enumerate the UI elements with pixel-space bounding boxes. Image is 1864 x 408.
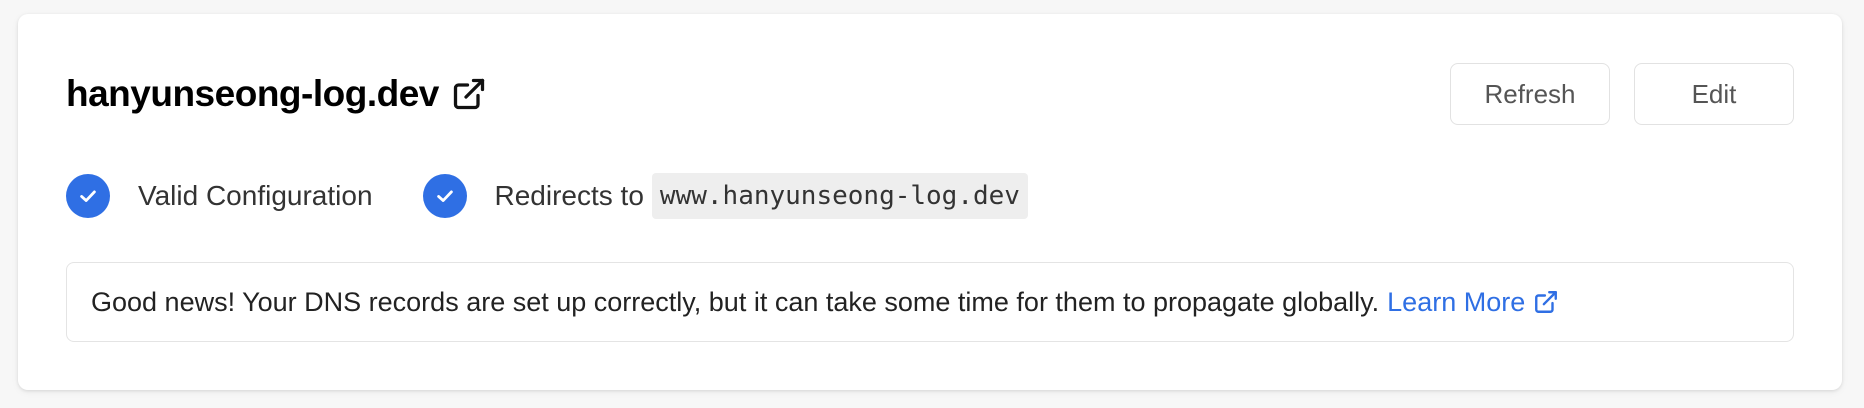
domain-title-link[interactable]: hanyunseong-log.dev [66, 73, 439, 115]
redirects-to-label: Redirects to [494, 180, 644, 211]
valid-configuration-label: Valid Configuration [138, 180, 373, 211]
edit-button[interactable]: Edit [1634, 63, 1794, 125]
external-link-icon [1533, 289, 1559, 315]
learn-more-label: Learn More [1387, 286, 1526, 317]
card-header: hanyunseong-log.dev Refresh Edit [66, 62, 1794, 126]
external-link-icon[interactable] [451, 76, 487, 112]
header-actions: Refresh Edit [1450, 63, 1794, 125]
status-redirect: Redirects to www.hanyunseong-log.dev [422, 173, 1028, 219]
dns-notice: Good news! Your DNS records are set up c… [66, 262, 1794, 342]
refresh-button[interactable]: Refresh [1450, 63, 1610, 125]
redirect-target: www.hanyunseong-log.dev [651, 173, 1028, 219]
domain-card: hanyunseong-log.dev Refresh Edit Valid C… [18, 14, 1842, 390]
status-valid: Valid Configuration [66, 174, 373, 218]
check-circle-icon [66, 174, 110, 218]
domain-title-group: hanyunseong-log.dev [66, 73, 487, 115]
check-circle-icon [422, 174, 467, 218]
notice-message: Good news! Your DNS records are set up c… [91, 286, 1380, 317]
learn-more-link[interactable]: Learn More [1387, 287, 1559, 318]
status-row: Valid Configuration Redirects to www.han… [66, 160, 1028, 232]
